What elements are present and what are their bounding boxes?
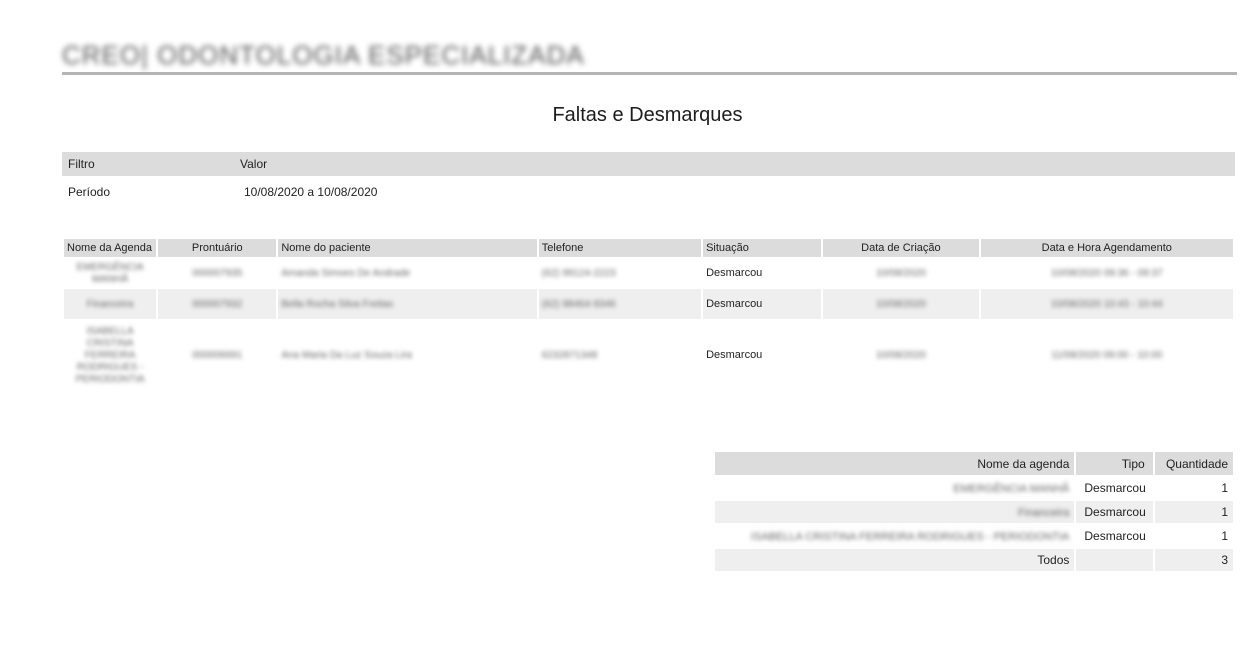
agenda-name: EMERGÊNCIA MANHÃ xyxy=(76,262,144,285)
summary-quantidade: 1 xyxy=(1221,481,1228,495)
header-divider xyxy=(62,72,1237,75)
phone: 6232871348 xyxy=(541,350,598,361)
filter-table: Filtro Valor Período 10/08/2020 a 10/08/… xyxy=(62,152,1235,208)
col-prontuario: Prontuário xyxy=(158,239,277,257)
summary-agenda: ISABELLA CRISTINA FERREIRA RODRIGUES - P… xyxy=(750,531,1070,543)
filter-value: 10/08/2020 a 10/08/2020 xyxy=(244,185,378,199)
summary-tipo: Desmarcou xyxy=(1084,481,1146,495)
filter-row: Período 10/08/2020 a 10/08/2020 xyxy=(62,176,1235,208)
organization-name: CREO| ODONTOLOGIA ESPECIALIZADA xyxy=(62,40,585,70)
col-telefone: Telefone xyxy=(538,239,702,257)
table-row: EMERGÊNCIA MANHÃ 000007935 Amanda Simoes… xyxy=(64,257,1233,289)
creation-date: 10/08/2020 xyxy=(875,268,926,279)
summary-quantidade: 1 xyxy=(1221,529,1228,543)
prontuario: 000007935 xyxy=(192,268,243,279)
summary-agenda: Financeira xyxy=(1018,507,1070,519)
summary-header-row: Nome da agenda Tipo Quantidade xyxy=(715,452,1233,475)
table-row: Financeira 000007932 Bella Rocha Silva F… xyxy=(64,289,1233,319)
summary-tipo: Desmarcou xyxy=(1084,529,1146,543)
summary-col-quantidade: Quantidade xyxy=(1154,452,1233,475)
patient-name: Bella Rocha Silva Freitas xyxy=(281,299,394,310)
filter-column-header: Filtro xyxy=(62,152,234,176)
summary-total-label: Todos xyxy=(715,549,1075,571)
agenda-name: ISABELLA CRISTINA FERREIRA RODRIGUES - P… xyxy=(75,326,145,385)
status: Desmarcou xyxy=(706,349,763,361)
summary-quantidade: 1 xyxy=(1154,501,1233,523)
status: Desmarcou xyxy=(706,267,763,279)
filter-name: Período xyxy=(68,185,111,199)
report-title: Faltas e Desmarques xyxy=(552,104,743,126)
patient-name: Ana Maria Da Luz Souza Lira xyxy=(281,350,412,361)
summary-col-tipo: Tipo xyxy=(1076,452,1153,475)
prontuario: 000006691 xyxy=(192,350,243,361)
creation-date: 10/08/2020 xyxy=(875,299,926,310)
status: Desmarcou xyxy=(703,289,822,319)
summary-total-quantidade: 3 xyxy=(1154,549,1233,571)
appointments-table: Nome da Agenda Prontuário Nome do pacien… xyxy=(62,239,1235,391)
summary-table: Nome da agenda Tipo Quantidade EMERGÊNCI… xyxy=(713,450,1235,573)
phone: (62) 98464-9346 xyxy=(541,299,616,310)
summary-row: ISABELLA CRISTINA FERREIRA RODRIGUES - P… xyxy=(715,525,1233,547)
summary-col-agenda: Nome da agenda xyxy=(715,452,1075,475)
col-nome-paciente: Nome do paciente xyxy=(278,239,537,257)
summary-agenda: EMERGÊNCIA MANHÃ xyxy=(953,483,1070,495)
agenda-name: Financeira xyxy=(86,299,134,310)
summary-row: Financeira Desmarcou 1 xyxy=(715,501,1233,523)
appointment-datetime: 10/08/2020 09:36 - 09:37 xyxy=(1050,268,1163,279)
appointment-datetime: 10/08/2020 10:43 - 10:44 xyxy=(1050,299,1163,310)
prontuario: 000007932 xyxy=(192,299,243,310)
phone: (62) 99124-2223 xyxy=(541,268,616,279)
appointments-header-row: Nome da Agenda Prontuário Nome do pacien… xyxy=(64,239,1233,257)
creation-date: 10/08/2020 xyxy=(875,350,926,361)
col-situacao: Situação xyxy=(703,239,822,257)
summary-row: EMERGÊNCIA MANHÃ Desmarcou 1 xyxy=(715,477,1233,499)
table-row: ISABELLA CRISTINA FERREIRA RODRIGUES - P… xyxy=(64,319,1233,391)
col-nome-agenda: Nome da Agenda xyxy=(64,239,157,257)
summary-tipo: Desmarcou xyxy=(1076,501,1153,523)
patient-name: Amanda Simoes De Andrade xyxy=(281,268,411,279)
value-column-header: Valor xyxy=(234,152,1235,176)
filter-header-row: Filtro Valor xyxy=(62,152,1235,176)
col-data-criacao: Data de Criação xyxy=(823,239,979,257)
col-data-hora-agendamento: Data e Hora Agendamento xyxy=(980,239,1233,257)
summary-total-tipo xyxy=(1076,549,1153,571)
summary-total-row: Todos 3 xyxy=(715,549,1233,571)
appointment-datetime: 11/08/2020 09:00 - 10:00 xyxy=(1051,350,1163,361)
